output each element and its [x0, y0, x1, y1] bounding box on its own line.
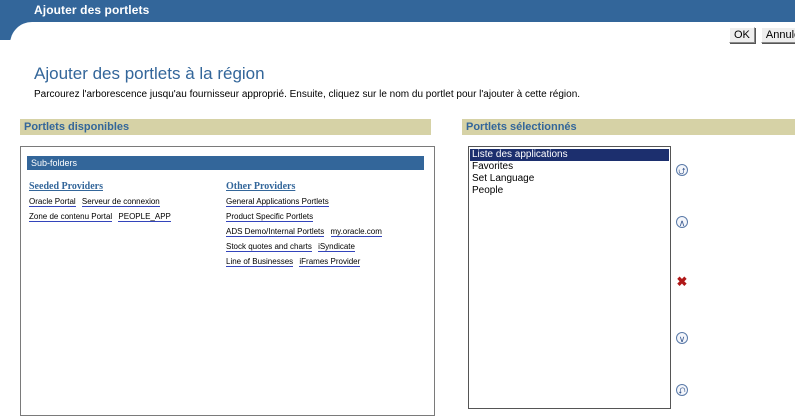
list-item[interactable]: Liste des applications — [470, 149, 669, 161]
page-header-title: Ajouter des portlets — [34, 3, 150, 17]
available-portlets-header: Portlets disponibles — [20, 119, 431, 135]
toolbar: OK Annule — [729, 27, 795, 43]
ok-button[interactable]: OK — [729, 27, 755, 43]
provider-link[interactable]: Product Specific Portlets — [226, 212, 314, 222]
subfolders-header: Sub-folders — [27, 156, 424, 170]
page-instructions: Parcourez l'arborescence jusqu'au fourni… — [34, 89, 581, 100]
provider-link[interactable]: General Applications Portlets — [226, 197, 329, 207]
provider-link[interactable]: PEOPLE_APP — [118, 212, 171, 222]
cancel-button[interactable]: Annule — [760, 27, 795, 43]
provider-link[interactable]: ADS Demo/Internal Portlets — [226, 227, 325, 237]
available-portlets-panel: Sub-folders Seeded Providers Oracle Port… — [20, 146, 435, 416]
provider-link[interactable]: iSyndicate — [318, 242, 355, 252]
list-item[interactable]: Favorites — [470, 161, 669, 173]
move-down-icon[interactable]: ∨ — [676, 332, 688, 344]
delete-icon[interactable]: ✖ — [676, 275, 688, 288]
move-up-icon[interactable]: ∧ — [676, 216, 688, 228]
selected-portlets-header: Portlets sélectionnés — [462, 119, 795, 135]
move-bottom-icon[interactable]: ⮏ — [676, 384, 688, 396]
seeded-providers-column: Seeded Providers Oracle Portal Serveur d… — [29, 181, 219, 224]
provider-link[interactable]: my.oracle.com — [330, 227, 382, 237]
provider-link[interactable]: Zone de contenu Portal — [29, 212, 113, 222]
seeded-providers-link[interactable]: Seeded Providers — [29, 181, 219, 192]
list-item[interactable]: Set Language — [470, 173, 669, 185]
list-item[interactable]: People — [470, 185, 669, 197]
other-providers-list: General Applications Portlets Product Sp… — [226, 194, 418, 269]
selected-portlets-list[interactable]: Liste des applications Favorites Set Lan… — [468, 146, 671, 409]
provider-link[interactable]: Line of Businesses — [226, 257, 294, 267]
provider-link[interactable]: Serveur de connexion — [81, 197, 160, 207]
provider-link[interactable]: iFrames Provider — [299, 257, 361, 267]
provider-link[interactable]: Oracle Portal — [29, 197, 76, 207]
other-providers-link[interactable]: Other Providers — [226, 181, 418, 192]
page-title: Ajouter des portlets à la région — [34, 64, 265, 83]
seeded-providers-list: Oracle Portal Serveur de connexion Zone … — [29, 194, 219, 224]
provider-link[interactable]: Stock quotes and charts — [226, 242, 312, 252]
other-providers-column: Other Providers General Applications Por… — [226, 181, 418, 269]
move-top-icon[interactable]: ⮍ — [676, 164, 688, 176]
header-curve — [0, 14, 50, 52]
